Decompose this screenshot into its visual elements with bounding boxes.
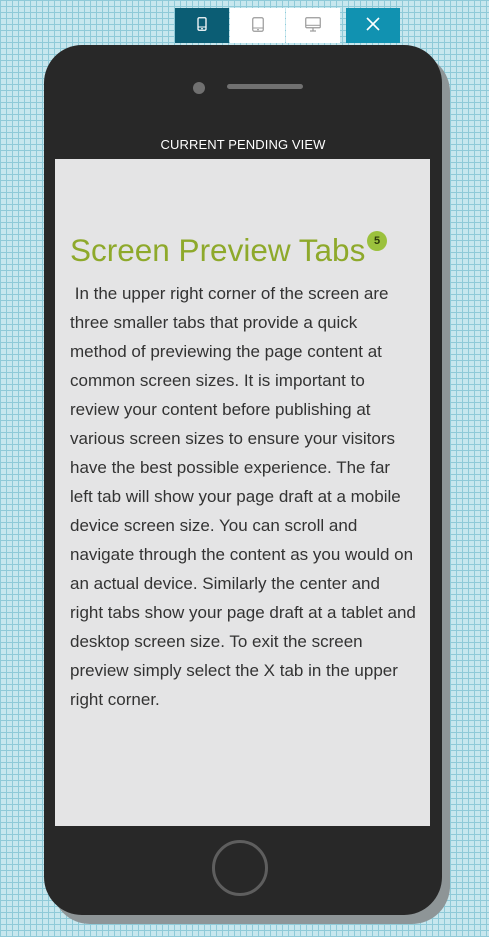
close-x-icon [366,17,380,34]
phone-frame: CURRENT PENDING VIEW Screen Preview Tabs… [44,45,442,915]
home-button[interactable] [212,840,268,896]
current-view-label: CURRENT PENDING VIEW [160,137,326,152]
phone-screen[interactable]: Screen Preview Tabs 5 In the upper right… [55,159,430,826]
desktop-monitor-icon [305,16,321,35]
tab-mobile-preview[interactable] [175,8,229,43]
page-heading: Screen Preview Tabs [70,232,366,268]
tab-desktop-preview[interactable] [286,8,340,43]
tab-tablet-preview[interactable] [230,8,285,43]
close-preview-button[interactable] [346,8,400,43]
heading-row: Screen Preview Tabs [70,232,365,268]
front-camera [193,82,205,94]
body-paragraph: In the upper right corner of the screen … [70,284,421,709]
count-badge: 5 [367,231,387,251]
mobile-phone-icon [197,17,207,34]
earpiece-speaker [227,84,303,89]
tablet-icon [251,16,264,35]
